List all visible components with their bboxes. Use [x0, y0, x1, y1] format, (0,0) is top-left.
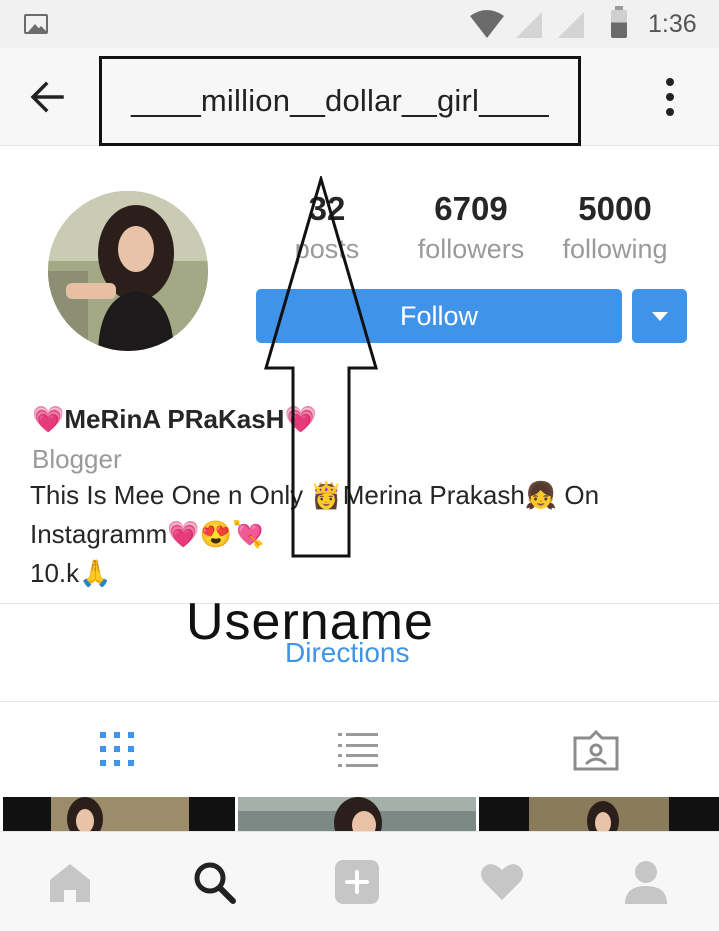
grid-icon[interactable]	[100, 732, 134, 766]
clock: 1:36	[648, 10, 697, 38]
following-label: following	[562, 234, 668, 264]
bio-line-3: 10.k🙏	[30, 558, 112, 588]
signal-icon	[558, 12, 584, 38]
username-text: ____million__dollar__girl____	[131, 83, 549, 118]
followers-stat[interactable]: 6709 followers	[396, 190, 546, 265]
suggestions-dropdown-button[interactable]	[632, 289, 687, 343]
post-thumbnail[interactable]	[3, 797, 235, 831]
back-arrow-icon[interactable]	[28, 78, 66, 116]
gallery-icon	[24, 14, 48, 34]
battery-icon	[611, 6, 627, 38]
posts-count: 32	[308, 190, 346, 227]
post-thumbnail[interactable]	[479, 797, 719, 831]
post-thumbnail[interactable]	[238, 797, 476, 831]
profile-icon[interactable]	[622, 858, 670, 906]
heart-emoji: 💗	[284, 404, 317, 434]
add-post-icon[interactable]	[333, 858, 381, 906]
following-count: 5000	[578, 190, 652, 227]
profile-header: ____million__dollar__girl____	[0, 48, 719, 146]
follow-button[interactable]: Follow	[256, 289, 622, 343]
home-icon[interactable]	[46, 858, 94, 906]
status-bar: 1:36	[0, 0, 719, 48]
heart-emoji: 💗	[32, 404, 65, 434]
posts-stat[interactable]: 32 posts	[252, 190, 402, 265]
directions-link[interactable]: Directions	[285, 637, 409, 669]
bio-line-1: This Is Mee One n Only 👸Merina Prakash👧 …	[30, 480, 600, 510]
profile-name-text: MeRinA PRaKasH	[64, 404, 285, 434]
more-options-icon[interactable]	[662, 78, 678, 118]
bottom-navigation	[0, 831, 719, 931]
wifi-icon	[470, 10, 504, 38]
bio-line-2: Instagramm💗😍💘	[30, 519, 265, 549]
chevron-down-icon	[651, 311, 668, 321]
posts-label: posts	[294, 234, 360, 264]
followers-label: followers	[417, 234, 525, 264]
username-title: ____million__dollar__girl____	[99, 56, 581, 146]
following-stat[interactable]: 5000 following	[540, 190, 690, 265]
followers-count: 6709	[434, 190, 508, 227]
list-icon[interactable]	[338, 732, 378, 768]
avatar[interactable]	[48, 191, 208, 351]
signal-icon	[516, 12, 542, 38]
profile-category: Blogger	[32, 444, 122, 474]
search-icon[interactable]	[190, 858, 238, 906]
divider	[0, 701, 719, 702]
profile-name: 💗MeRinA PRaKasH💗	[32, 404, 317, 435]
tagged-icon[interactable]	[572, 728, 620, 772]
heart-icon[interactable]	[478, 858, 526, 906]
